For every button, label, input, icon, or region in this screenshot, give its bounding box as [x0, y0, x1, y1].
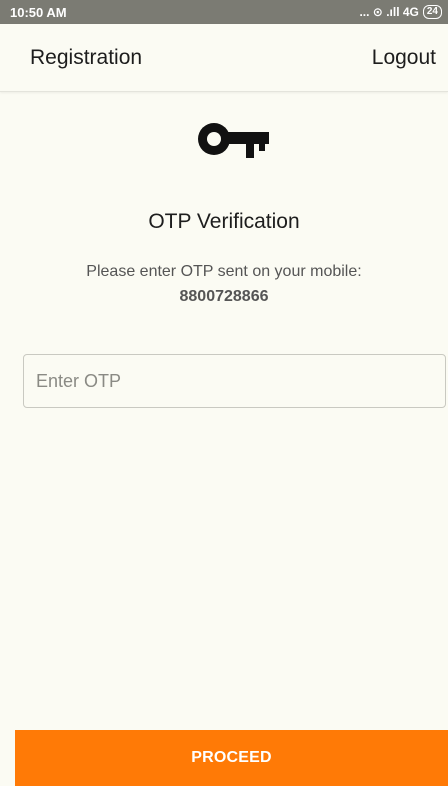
status-indicators: ... ⊙ .ıll 4G 24 [359, 5, 442, 19]
phone-number: 8800728866 [179, 288, 269, 305]
proceed-button[interactable]: PROCEED [15, 730, 448, 786]
logout-button[interactable]: Logout [372, 46, 436, 70]
otp-input[interactable] [23, 354, 446, 408]
app-bar: Registration Logout [0, 24, 448, 92]
status-time: 10:50 AM [10, 4, 67, 20]
page-title: Registration [30, 46, 143, 69]
otp-message: Please enter OTP sent on your mobile: [86, 263, 362, 280]
key-icon [198, 123, 269, 158]
battery-icon: 24 [422, 5, 442, 19]
signal-indicators: ... ⊙ .ıll 4G [359, 5, 419, 19]
otp-title: OTP Verification [148, 210, 300, 233]
status-bar: 10:50 AM ... ⊙ .ıll 4G 24 [0, 0, 448, 24]
